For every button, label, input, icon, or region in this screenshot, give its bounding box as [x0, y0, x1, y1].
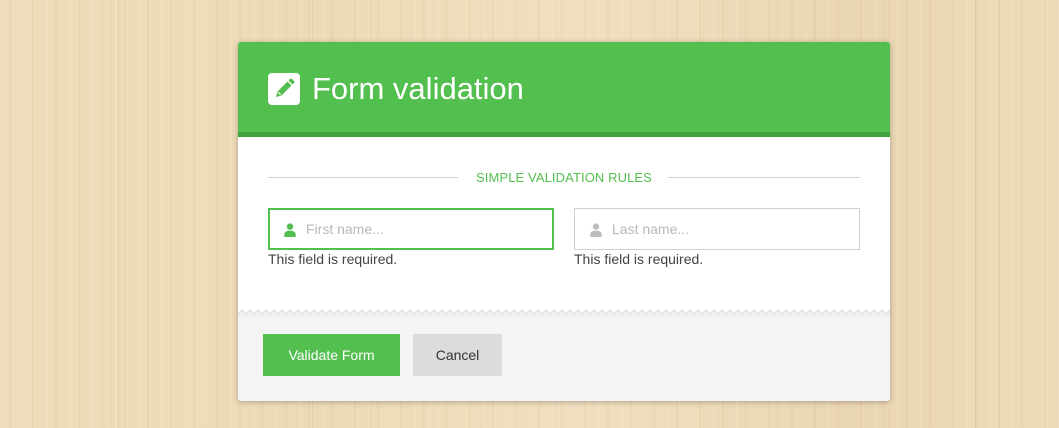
wood-background-seam [975, 0, 976, 428]
first-name-error: This field is required. [268, 251, 398, 267]
page-title: Form validation [312, 71, 524, 106]
user-icon [590, 223, 602, 237]
last-name-field[interactable] [574, 208, 860, 250]
form-footer: Validate Form Cancel [238, 314, 890, 401]
user-icon [284, 223, 296, 237]
last-name-error: This field is required. [574, 251, 704, 267]
first-name-field[interactable] [268, 208, 554, 250]
wood-background-seam [118, 0, 119, 428]
section-heading: SIMPLE VALIDATION RULES [476, 170, 652, 185]
cancel-button[interactable]: Cancel [413, 334, 502, 376]
first-name-input[interactable] [306, 210, 546, 248]
zigzag-edge [238, 309, 890, 316]
form-card: Form validation SIMPLE VALIDATION RULES … [238, 42, 890, 401]
form-header: Form validation [238, 42, 890, 137]
validate-form-button[interactable]: Validate Form [263, 334, 400, 376]
pencil-square-icon [268, 73, 300, 105]
last-name-input[interactable] [612, 209, 852, 249]
